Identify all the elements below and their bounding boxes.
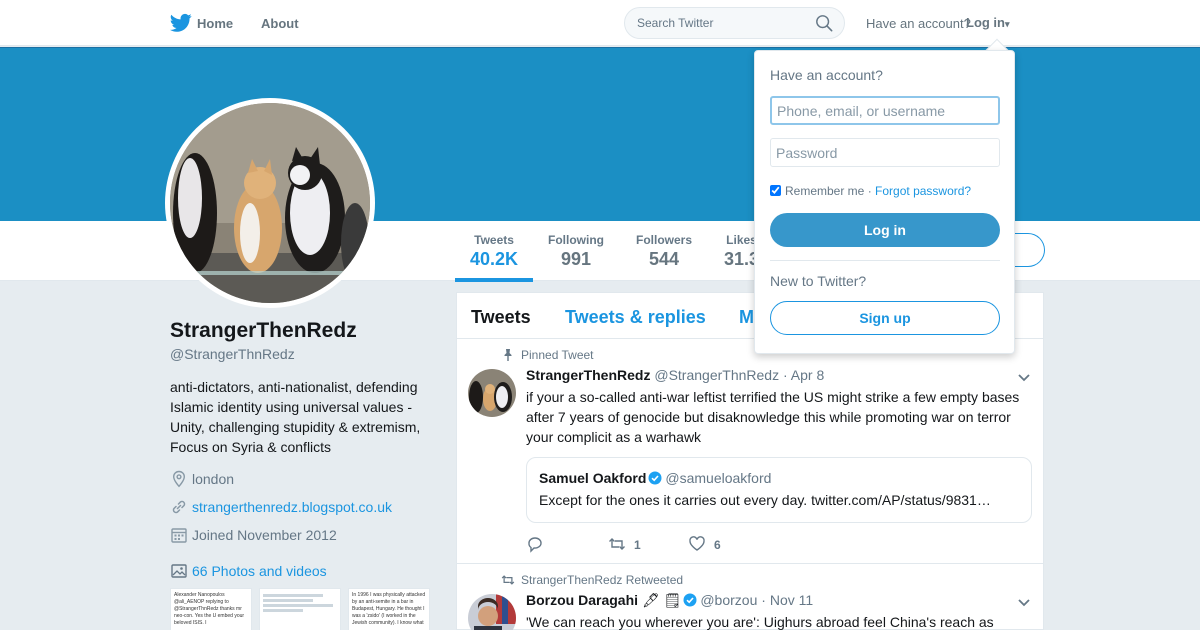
profile-joined: Joined November 2012 — [170, 526, 337, 546]
heart-icon — [689, 536, 705, 551]
photos-videos[interactable]: 66 Photos and videos — [170, 562, 327, 582]
stat-tweets[interactable]: Tweets 40.2K — [470, 233, 518, 270]
location-text: london — [192, 471, 235, 487]
quote-header: Samuel Oakford @samueloakford — [539, 470, 771, 486]
tab-tweets-replies[interactable]: Tweets & replies — [565, 307, 706, 328]
tab-tweets[interactable]: Tweets — [471, 307, 531, 328]
tweet-context: StrangerThenRedz Retweeted — [501, 573, 683, 587]
calendar-icon — [171, 528, 187, 543]
password-field[interactable] — [770, 138, 1000, 167]
tweet-date[interactable]: Nov 11 — [770, 592, 813, 608]
tweet-author-handle[interactable]: @borzou — [700, 592, 757, 608]
tweet-text: if your a so-called anti-war leftist ter… — [526, 389, 1020, 445]
joined-text: Joined November 2012 — [192, 527, 337, 543]
tab-media[interactable]: M — [739, 307, 754, 328]
profile-avatar[interactable] — [165, 98, 375, 308]
quoted-tweet[interactable]: Samuel Oakford @samueloakford Except for… — [526, 457, 1032, 523]
tweet-header: StrangerThenRedz @StrangerThnRedz · Apr … — [526, 367, 824, 383]
chevron-down-icon[interactable] — [1016, 594, 1032, 610]
profile-handle[interactable]: @StrangerThnRedz — [170, 346, 295, 362]
photos-videos-link[interactable]: 66 Photos and videos — [192, 563, 327, 579]
tweet-header: Borzou Daragahi 🖋 🗒 @borzou · Nov 11 — [526, 592, 813, 609]
forgot-password-link[interactable]: Forgot password? — [875, 184, 971, 198]
tweet[interactable]: StrangerThenRedz Retweeted Borzou Daraga… — [457, 565, 1043, 630]
retweet-count: 1 — [634, 538, 641, 552]
profile-location: london — [170, 470, 234, 490]
separator-dot: · — [761, 592, 766, 608]
login-dropdown-toggle[interactable]: Log in▾ — [966, 15, 1010, 30]
profile-name[interactable]: StrangerThenRedz — [170, 319, 357, 343]
profile-website: strangerthenredz.blogspot.co.uk — [170, 498, 392, 518]
signup-button[interactable]: Sign up — [770, 301, 1000, 335]
twitter-bird-icon[interactable] — [170, 13, 192, 33]
quote-author-name: Samuel Oakford — [539, 470, 647, 486]
photo-icon — [171, 564, 187, 578]
retweet-icon — [609, 538, 625, 550]
login-dropdown: Have an account? Remember me · Forgot pa… — [754, 50, 1015, 354]
stat-label: Followers — [636, 233, 693, 247]
stat-followers[interactable]: Followers 544 — [636, 233, 692, 270]
stat-label: Tweets — [474, 233, 514, 247]
context-label[interactable]: StrangerThenRedz Retweeted — [521, 573, 683, 587]
tweet[interactable]: Pinned Tweet StrangerThenRedz @StrangerT… — [457, 340, 1043, 564]
reply-button[interactable] — [526, 535, 544, 553]
remember-me-checkbox[interactable] — [770, 185, 781, 196]
verified-badge-icon — [648, 471, 662, 485]
location-pin-icon — [172, 470, 186, 488]
stat-following[interactable]: Following 991 — [548, 233, 604, 270]
dropdown-divider — [770, 260, 1000, 261]
media-thumbnails: Alexander Nanopoulos @ali_AENOP replying… — [170, 588, 430, 630]
retweet-button[interactable]: 1 — [608, 535, 641, 553]
stat-value: 991 — [560, 249, 592, 269]
stat-value: 544 — [648, 249, 680, 269]
reply-icon — [528, 537, 542, 553]
verified-badge-icon — [683, 593, 697, 607]
separator-dot: · — [782, 367, 788, 383]
login-link-label: Log in — [966, 15, 1005, 30]
quote-text: Except for the ones it carries out every… — [539, 492, 991, 508]
link-icon — [172, 500, 186, 514]
tweet-actions: 1 6 — [526, 535, 826, 553]
chevron-down-icon[interactable] — [1016, 369, 1032, 385]
context-label: Pinned Tweet — [521, 348, 594, 362]
website-link[interactable]: strangerthenredz.blogspot.co.uk — [192, 499, 392, 515]
tweet-avatar[interactable] — [468, 369, 516, 417]
name-emoji-badges: 🖋 🗒 — [641, 592, 682, 608]
like-count: 6 — [714, 538, 721, 552]
like-button[interactable]: 6 — [688, 535, 721, 553]
login-button[interactable]: Log in — [770, 213, 1000, 247]
chevron-down-icon: ▾ — [1005, 19, 1010, 29]
dropdown-title: Have an account? — [770, 67, 883, 83]
media-thumbnail[interactable]: In 1996 I was physically attacked by an … — [348, 588, 430, 630]
avatar-image — [170, 103, 370, 303]
remember-row: Remember me · Forgot password? — [770, 184, 971, 198]
separator-dot: · — [867, 184, 872, 198]
tweet-text: 'We can reach you wherever you are': Uig… — [526, 614, 994, 630]
have-account-text: Have an account? — [866, 16, 971, 31]
nav-home-link[interactable]: Home — [197, 16, 233, 31]
retweet-icon — [501, 575, 515, 585]
nav-about-link[interactable]: About — [261, 16, 299, 31]
tweet-date[interactable]: Apr 8 — [791, 367, 824, 383]
pin-icon — [504, 349, 512, 361]
new-to-twitter-text: New to Twitter? — [770, 273, 867, 289]
tweet-avatar[interactable] — [468, 594, 516, 630]
username-field[interactable] — [770, 96, 1000, 125]
remember-me-label[interactable]: Remember me — [785, 184, 864, 198]
stat-label: Following — [548, 233, 604, 247]
tweet-context: Pinned Tweet — [501, 348, 594, 362]
media-thumbnail[interactable] — [259, 588, 341, 630]
top-nav: Home About Have an account? Log in▾ — [0, 0, 1200, 46]
stat-value: 40.2K — [470, 249, 519, 269]
search-input[interactable] — [624, 7, 845, 39]
search-icon[interactable] — [815, 14, 833, 32]
quote-author-handle: @samueloakford — [665, 470, 772, 486]
tweet-author-name[interactable]: StrangerThenRedz — [526, 367, 650, 383]
media-thumbnail[interactable]: Alexander Nanopoulos @ali_AENOP replying… — [170, 588, 252, 630]
profile-bio: anti-dictators, anti-nationalist, defend… — [170, 379, 421, 455]
tweet-author-handle[interactable]: @StrangerThnRedz — [654, 367, 779, 383]
tweet-author-name[interactable]: Borzou Daragahi — [526, 592, 638, 608]
active-stat-underline — [455, 278, 533, 282]
